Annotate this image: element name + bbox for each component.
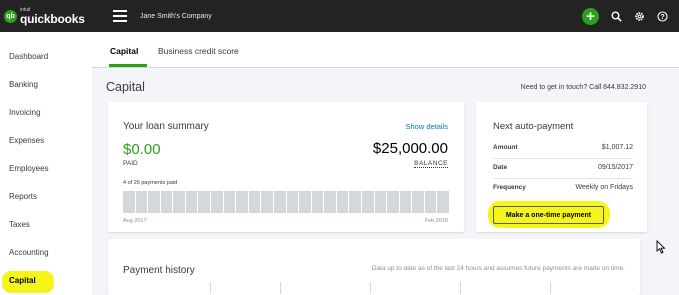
- progress-segment: [324, 191, 336, 213]
- progress-segment: [160, 191, 173, 213]
- progress-segment: [211, 191, 223, 213]
- svg-text:?: ?: [660, 14, 664, 21]
- sidebar-item-expenses[interactable]: Expenses: [9, 136, 44, 145]
- loan-summary-card: Your loan summary Show details $0.00 PAI…: [108, 102, 464, 232]
- range-start-date: Aug 2017: [123, 218, 147, 224]
- progress-segment: [374, 191, 387, 213]
- logo-brand-main: quickbooks: [20, 11, 85, 26]
- frequency-value: Weekly on Fridays: [575, 184, 633, 191]
- make-one-time-payment-button[interactable]: Make a one-time payment: [493, 206, 604, 224]
- progress-segment: [123, 191, 135, 213]
- progress-segment: [387, 191, 399, 213]
- progress-segment: [437, 191, 450, 213]
- progress-segment: [361, 191, 374, 213]
- sidebar: Dashboard Banking Invoicing Expenses Emp…: [0, 32, 91, 295]
- chart-tick: [280, 282, 281, 294]
- payment-progress-bar: [123, 191, 450, 213]
- divider: [493, 158, 633, 159]
- progress-segment: [135, 191, 148, 213]
- range-end-date: Feb 2018: [424, 218, 448, 224]
- auto-payment-row: Amount $1,007.12: [493, 144, 633, 154]
- tab-bar: Capital Business credit score: [92, 32, 679, 68]
- chart-tick: [550, 282, 551, 294]
- progress-segment: [399, 191, 412, 213]
- progress-segment: [148, 191, 160, 213]
- date-value: 09/15/2017: [597, 164, 633, 171]
- payment-history-title: Payment history: [123, 265, 195, 276]
- company-name: Jane Smith's Company: [140, 12, 212, 20]
- payment-history-note: Data up to date as of the last 24 hours …: [371, 265, 625, 272]
- sidebar-item-reports[interactable]: Reports: [9, 192, 37, 201]
- auto-payment-row: Frequency Weekly on Fridays: [493, 184, 633, 194]
- show-details-link[interactable]: Show details: [405, 122, 448, 131]
- progress-segment: [336, 191, 349, 213]
- frequency-label: Frequency: [493, 184, 526, 191]
- sidebar-item-banking[interactable]: Banking: [9, 80, 38, 89]
- page-title: Capital: [106, 80, 145, 94]
- chart-tick: [210, 282, 211, 294]
- chart-tick: [370, 282, 371, 294]
- active-tab-indicator: [109, 64, 147, 67]
- payment-history-card: Payment history Data up to date as of th…: [108, 239, 640, 295]
- search-icon[interactable]: [610, 10, 622, 22]
- qb-logo-icon: qb: [4, 9, 17, 23]
- progress-segment: [261, 191, 273, 213]
- auto-payment-row: Date 09/15/2017: [493, 164, 633, 174]
- auto-payment-card: Next auto-payment Amount $1,007.12 Date …: [476, 102, 647, 232]
- sidebar-item-taxes[interactable]: Taxes: [9, 220, 30, 229]
- progress-segment: [349, 191, 361, 213]
- tab-capital[interactable]: Capital: [110, 46, 138, 56]
- date-label: Date: [493, 164, 508, 171]
- plus-icon[interactable]: +: [582, 7, 599, 25]
- gear-icon[interactable]: [633, 10, 645, 22]
- progress-segment: [424, 191, 437, 213]
- progress-segment: [173, 191, 185, 213]
- amount-label: Amount: [493, 144, 518, 151]
- progress-segment: [286, 191, 299, 213]
- paid-label: PAID: [123, 160, 138, 167]
- help-icon[interactable]: ?: [656, 10, 668, 22]
- sidebar-item-dashboard[interactable]: Dashboard: [9, 52, 48, 61]
- auto-payment-title: Next auto-payment: [493, 121, 574, 132]
- sidebar-item-capital[interactable]: Capital: [9, 276, 36, 285]
- amount-value: $1,007.12: [601, 144, 633, 151]
- sidebar-item-accounting[interactable]: Accounting: [9, 248, 49, 257]
- main-content: Capital Business credit score Capital Ne…: [92, 32, 679, 295]
- progress-segment: [223, 191, 236, 213]
- progress-segment: [299, 191, 311, 213]
- tab-business-credit-score[interactable]: Business credit score: [158, 46, 239, 56]
- progress-segment: [185, 191, 198, 213]
- balance-amount: $25,000.00: [372, 140, 448, 157]
- progress-segment: [273, 191, 286, 213]
- sidebar-item-invoicing[interactable]: Invoicing: [9, 108, 41, 117]
- loan-summary-title: Your loan summary: [123, 121, 209, 132]
- quickbooks-logo[interactable]: qb intuit quickbooks: [0, 0, 103, 32]
- top-bar: qb intuit quickbooks Jane Smith's Compan…: [0, 0, 679, 32]
- contact-info: Need to get in touch? Call 844.832.2910: [520, 84, 646, 91]
- progress-segment: [236, 191, 248, 213]
- balance-label[interactable]: BALANCE: [414, 160, 448, 168]
- divider: [493, 178, 633, 179]
- progress-segment: [311, 191, 324, 213]
- paid-amount: $0.00: [123, 141, 161, 158]
- sidebar-item-employees[interactable]: Employees: [9, 164, 49, 173]
- payments-count: 4 of 26 payments paid: [123, 180, 178, 186]
- progress-segment: [248, 191, 261, 213]
- hamburger-icon[interactable]: [113, 10, 127, 22]
- progress-segment: [198, 191, 211, 213]
- chart-tick: [460, 282, 461, 294]
- cursor-icon: [656, 240, 666, 254]
- progress-segment: [412, 191, 424, 213]
